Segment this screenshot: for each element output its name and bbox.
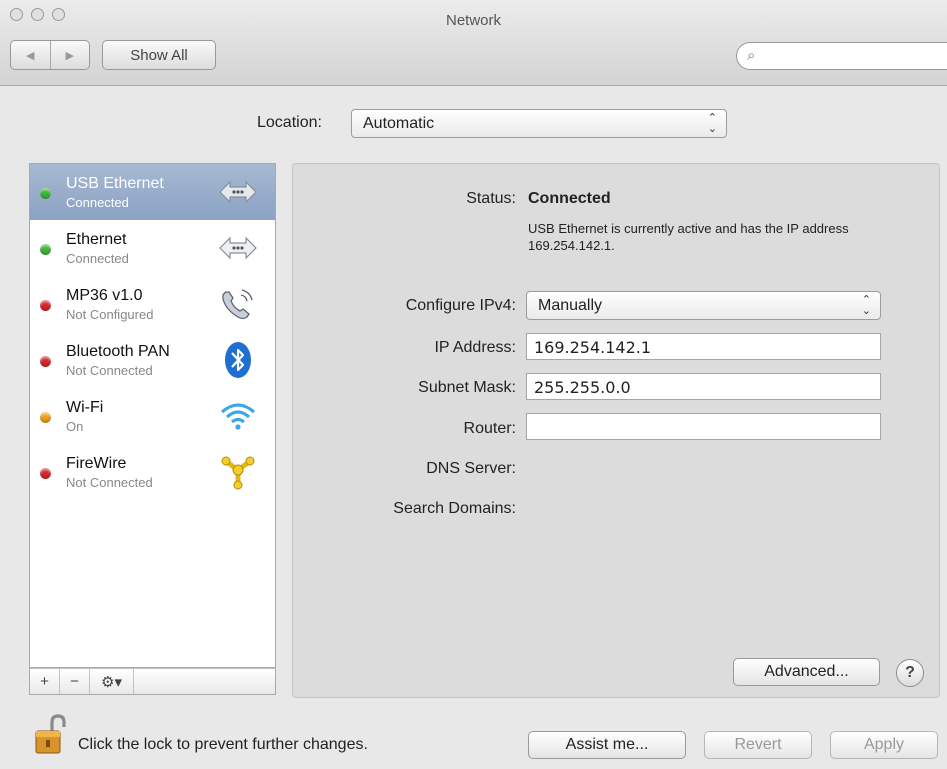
- service-name: Bluetooth PAN: [66, 343, 170, 360]
- service-status: On: [66, 419, 84, 434]
- back-forward-control: ◀ ▶: [10, 40, 90, 70]
- status-dot: [40, 188, 51, 199]
- bluetooth-icon: [225, 342, 251, 378]
- lock-message: Click the lock to prevent further change…: [78, 736, 368, 753]
- phone-icon: [222, 289, 253, 320]
- subnet-mask-field[interactable]: 255.255.0.0: [526, 373, 881, 400]
- location-value: Automatic: [363, 114, 435, 132]
- configure-ipv4-value: Manually: [538, 296, 603, 314]
- service-status: Connected: [66, 251, 129, 266]
- search-input[interactable]: ⌕: [736, 42, 947, 70]
- action-menu-button[interactable]: ⚙▾: [90, 669, 134, 694]
- service-item[interactable]: USB Ethernet Connected: [30, 164, 275, 220]
- service-item[interactable]: Ethernet Connected: [30, 220, 275, 276]
- show-all-button[interactable]: Show All: [102, 40, 216, 70]
- service-status: Not Connected: [66, 363, 153, 378]
- apply-button[interactable]: Apply: [830, 731, 938, 759]
- service-name: FireWire: [66, 455, 127, 472]
- service-list: USB Ethernet Connected Ethernet Connecte…: [29, 163, 276, 668]
- service-item[interactable]: Bluetooth PAN Not Connected: [30, 332, 275, 388]
- firewire-icon: [221, 456, 255, 490]
- revert-button[interactable]: Revert: [704, 731, 812, 759]
- service-list-toolbar: + − ⚙▾: [29, 668, 276, 695]
- status-dot: [40, 412, 51, 423]
- remove-service-button[interactable]: −: [60, 669, 90, 694]
- service-status: Not Connected: [66, 475, 153, 490]
- help-button[interactable]: ?: [896, 659, 924, 687]
- popup-arrows-icon: ⌃ ⌄: [861, 293, 871, 317]
- service-name: MP36 v1.0: [66, 287, 143, 304]
- network-preferences-window: Network ◀ ▶ Show All ⌕ Location: Automat…: [0, 0, 947, 769]
- window-title: Network: [445, 12, 501, 29]
- service-item[interactable]: Wi-Fi On: [30, 388, 275, 444]
- search-domains-label: Search Domains:: [393, 500, 516, 517]
- popup-arrows-icon: ⌃ ⌄: [707, 111, 717, 135]
- status-dot: [40, 468, 51, 479]
- status-label: Status:: [466, 190, 516, 207]
- configure-ipv4-popup[interactable]: Manually ⌃ ⌄: [526, 291, 881, 320]
- service-item[interactable]: FireWire Not Connected: [30, 444, 275, 500]
- ethernet-icon: [219, 236, 257, 260]
- service-status: Not Configured: [66, 307, 154, 322]
- status-dot: [40, 300, 51, 311]
- router-field[interactable]: [526, 413, 881, 440]
- lock-icon[interactable]: [30, 713, 70, 757]
- location-popup[interactable]: Automatic ⌃ ⌄: [351, 109, 727, 138]
- service-name: Ethernet: [66, 231, 127, 248]
- assist-me-button[interactable]: Assist me...: [528, 731, 686, 759]
- status-dot: [40, 356, 51, 367]
- status-dot: [40, 244, 51, 255]
- ip-address-label: IP Address:: [434, 339, 516, 356]
- configure-ipv4-label: Configure IPv4:: [405, 297, 516, 314]
- service-name: Wi-Fi: [66, 399, 104, 416]
- location-label: Location:: [257, 114, 322, 131]
- dns-server-label: DNS Server:: [426, 460, 516, 477]
- service-name: USB Ethernet: [66, 175, 164, 192]
- status-description: USB Ethernet is currently active and has…: [528, 221, 849, 253]
- service-item[interactable]: MP36 v1.0 Not Configured: [30, 276, 275, 332]
- advanced-button[interactable]: Advanced...: [733, 658, 880, 686]
- wifi-icon: [220, 403, 256, 430]
- status-value: Connected: [528, 190, 611, 207]
- ip-address-field[interactable]: 169.254.142.1: [526, 333, 881, 360]
- back-button[interactable]: ◀: [11, 41, 50, 69]
- forward-button[interactable]: ▶: [49, 41, 90, 69]
- subnet-mask-label: Subnet Mask:: [418, 379, 516, 396]
- add-service-button[interactable]: +: [30, 669, 60, 694]
- ethernet-icon: [219, 180, 257, 204]
- search-icon: ⌕: [747, 47, 756, 64]
- router-label: Router:: [463, 420, 516, 437]
- service-status: Connected: [66, 195, 129, 210]
- title-bar: Network ◀ ▶ Show All ⌕: [0, 0, 947, 86]
